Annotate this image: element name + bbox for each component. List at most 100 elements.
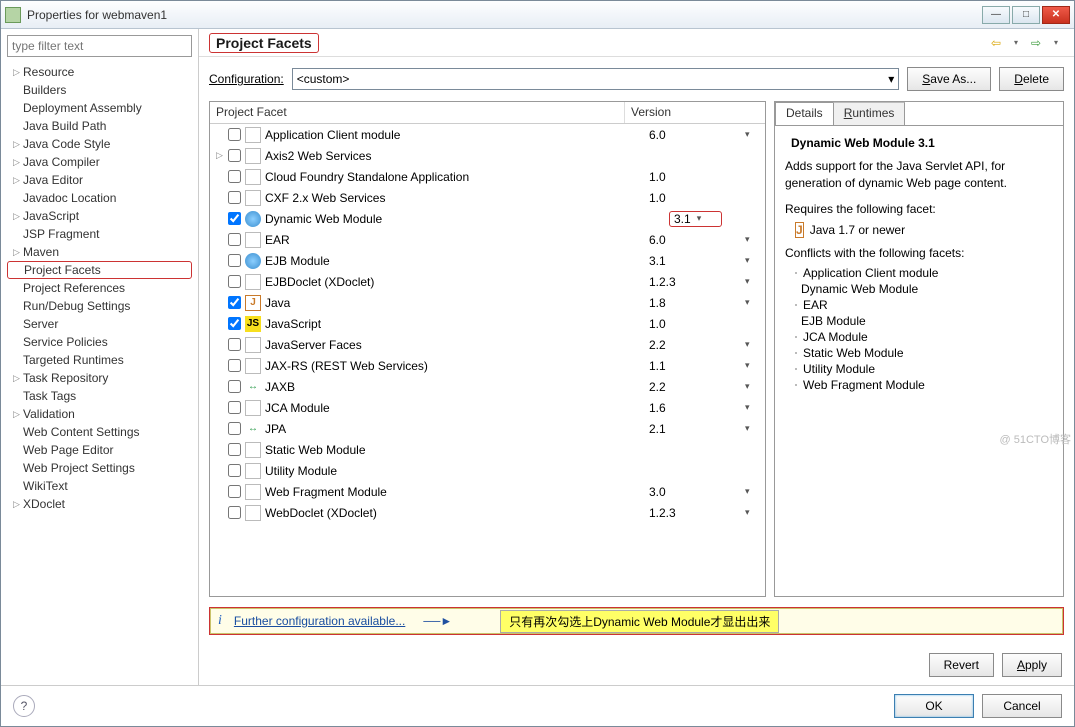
sidebar-item-java-build-path[interactable]: Java Build Path (7, 117, 192, 135)
requires-label: Requires the following facet: (785, 202, 1053, 216)
facet-row[interactable]: Application Client module6.0▾ (210, 124, 765, 145)
col-header-facet[interactable]: Project Facet (210, 102, 625, 123)
facet-checkbox[interactable] (228, 443, 241, 456)
sidebar-item-project-references[interactable]: Project References (7, 279, 192, 297)
facet-checkbox[interactable] (228, 128, 241, 141)
sidebar-item-project-facets[interactable]: Project Facets (7, 261, 192, 279)
facet-row[interactable]: JavaServer Faces2.2▾ (210, 334, 765, 355)
facet-checkbox[interactable] (228, 380, 241, 393)
nav-fwd-dd[interactable]: ▾ (1048, 35, 1064, 51)
sidebar-item-validation[interactable]: ▷Validation (7, 405, 192, 423)
save-as-button[interactable]: Save As... (907, 67, 991, 91)
facet-row[interactable]: Dynamic Web Module3.1▾ (210, 208, 765, 229)
facet-version[interactable]: 3.1▾ (665, 211, 765, 227)
facet-row[interactable]: JSJavaScript1.0 (210, 313, 765, 334)
ok-button[interactable]: OK (894, 694, 974, 718)
version-dropdown[interactable]: ▾ (745, 297, 765, 308)
filter-input[interactable] (7, 35, 192, 57)
tab-details[interactable]: Details (775, 102, 834, 125)
facet-checkbox[interactable] (228, 275, 241, 288)
configuration-combo[interactable]: <custom> ▾ (292, 68, 900, 90)
sidebar-item-deployment-assembly[interactable]: Deployment Assembly (7, 99, 192, 117)
apply-button[interactable]: Apply (1002, 653, 1062, 677)
nav-fwd-icon[interactable]: ⇨ (1028, 35, 1044, 51)
sidebar-item-task-repository[interactable]: ▷Task Repository (7, 369, 192, 387)
facet-row[interactable]: JAX-RS (REST Web Services)1.1▾ (210, 355, 765, 376)
version-dropdown[interactable]: ▾ (745, 129, 765, 140)
sidebar-item-xdoclet[interactable]: ▷XDoclet (7, 495, 192, 513)
facet-row[interactable]: EJB Module3.1▾ (210, 250, 765, 271)
facet-checkbox[interactable] (228, 359, 241, 372)
sidebar-item-java-code-style[interactable]: ▷Java Code Style (7, 135, 192, 153)
facet-row[interactable]: Utility Module (210, 460, 765, 481)
version-dropdown[interactable]: ▾ (745, 276, 765, 287)
facet-checkbox[interactable] (228, 338, 241, 351)
facet-checkbox[interactable] (228, 422, 241, 435)
sidebar-item-wikitext[interactable]: WikiText (7, 477, 192, 495)
facet-checkbox[interactable] (228, 191, 241, 204)
facet-checkbox[interactable] (228, 233, 241, 246)
facet-row[interactable]: Web Fragment Module3.0▾ (210, 481, 765, 502)
revert-button[interactable]: Revert (929, 653, 994, 677)
version-dropdown[interactable]: ▾ (745, 486, 765, 497)
facet-checkbox[interactable] (228, 464, 241, 477)
delete-button[interactable]: Delete (999, 67, 1064, 91)
titlebar[interactable]: Properties for webmaven1 — □ ✕ (1, 1, 1074, 29)
sidebar-item-service-policies[interactable]: Service Policies (7, 333, 192, 351)
nav-back-icon[interactable]: ⇦ (988, 35, 1004, 51)
cancel-button[interactable]: Cancel (982, 694, 1062, 718)
facet-row[interactable]: JJava1.8▾ (210, 292, 765, 313)
facet-row[interactable]: JCA Module1.6▾ (210, 397, 765, 418)
facet-checkbox[interactable] (228, 170, 241, 183)
version-dropdown[interactable]: ▾ (745, 339, 765, 350)
version-dropdown[interactable]: ▾ (745, 255, 765, 266)
col-header-version[interactable]: Version (625, 102, 765, 123)
facet-row[interactable]: WebDoclet (XDoclet)1.2.3▾ (210, 502, 765, 523)
facet-checkbox[interactable] (228, 317, 241, 330)
sidebar-item-server[interactable]: Server (7, 315, 192, 333)
facet-checkbox[interactable] (228, 506, 241, 519)
sidebar-item-resource[interactable]: ▷Resource (7, 63, 192, 81)
sidebar-item-javadoc-location[interactable]: Javadoc Location (7, 189, 192, 207)
close-button[interactable]: ✕ (1042, 6, 1070, 24)
dependency-label: Utility Module (803, 362, 875, 376)
facet-checkbox[interactable] (228, 149, 241, 162)
facet-row[interactable]: ▷Axis2 Web Services (210, 145, 765, 166)
further-config-link[interactable]: Further configuration available... (234, 614, 405, 628)
tab-runtimes[interactable]: Runtimes (833, 102, 906, 125)
sidebar-item-java-compiler[interactable]: ▷Java Compiler (7, 153, 192, 171)
facet-checkbox[interactable] (228, 212, 241, 225)
facet-row[interactable]: Cloud Foundry Standalone Application1.0 (210, 166, 765, 187)
sidebar-item-maven[interactable]: ▷Maven (7, 243, 192, 261)
version-dropdown[interactable]: ▾ (745, 402, 765, 413)
version-dropdown[interactable]: ▾ (745, 423, 765, 434)
help-button[interactable]: ? (13, 695, 35, 717)
version-dropdown[interactable]: ▾ (745, 360, 765, 371)
facet-checkbox[interactable] (228, 254, 241, 267)
facet-checkbox[interactable] (228, 485, 241, 498)
facet-row[interactable]: EAR6.0▾ (210, 229, 765, 250)
facet-row[interactable]: CXF 2.x Web Services1.0 (210, 187, 765, 208)
sidebar-item-builders[interactable]: Builders (7, 81, 192, 99)
sidebar-item-targeted-runtimes[interactable]: Targeted Runtimes (7, 351, 192, 369)
sidebar-item-run-debug-settings[interactable]: Run/Debug Settings (7, 297, 192, 315)
nav-back-dd[interactable]: ▾ (1008, 35, 1024, 51)
version-dropdown[interactable]: ▾ (745, 381, 765, 392)
facet-row[interactable]: Static Web Module (210, 439, 765, 460)
sidebar-item-web-project-settings[interactable]: Web Project Settings (7, 459, 192, 477)
sidebar-item-java-editor[interactable]: ▷Java Editor (7, 171, 192, 189)
sidebar-item-task-tags[interactable]: Task Tags (7, 387, 192, 405)
facet-checkbox[interactable] (228, 296, 241, 309)
facet-row[interactable]: EJBDoclet (XDoclet)1.2.3▾ (210, 271, 765, 292)
facet-row[interactable]: ↔JPA2.1▾ (210, 418, 765, 439)
facet-checkbox[interactable] (228, 401, 241, 414)
version-dropdown[interactable]: ▾ (745, 234, 765, 245)
maximize-button[interactable]: □ (1012, 6, 1040, 24)
facet-row[interactable]: ↔JAXB2.2▾ (210, 376, 765, 397)
sidebar-item-javascript[interactable]: ▷JavaScript (7, 207, 192, 225)
sidebar-item-web-content-settings[interactable]: Web Content Settings (7, 423, 192, 441)
minimize-button[interactable]: — (982, 6, 1010, 24)
version-dropdown[interactable]: ▾ (745, 507, 765, 518)
sidebar-item-jsp-fragment[interactable]: JSP Fragment (7, 225, 192, 243)
sidebar-item-web-page-editor[interactable]: Web Page Editor (7, 441, 192, 459)
